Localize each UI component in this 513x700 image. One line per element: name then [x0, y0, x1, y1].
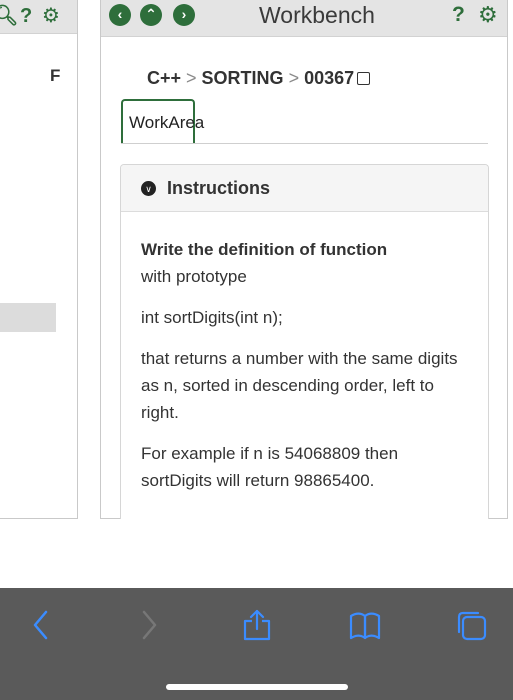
back-icon[interactable] [28, 608, 54, 642]
instructions-lead-rest: with prototype [141, 267, 247, 286]
page-title: Workbench [259, 2, 375, 28]
instructions-header[interactable]: ∨ Instructions [121, 165, 488, 212]
breadcrumb-separator: > [288, 68, 300, 88]
breadcrumb-item-topic[interactable]: SORTING [202, 68, 284, 88]
search-icon[interactable]: 🔍︎ [0, 5, 18, 27]
exercise-checkbox-icon[interactable] [357, 72, 371, 85]
tab-divider [121, 143, 488, 144]
help-icon[interactable]: ? [452, 3, 465, 27]
left-panel-selected-row[interactable] [0, 303, 56, 332]
left-panel-label: F [50, 66, 61, 85]
instructions-body: Write the definition of function with pro… [121, 212, 488, 494]
back-nav-icon[interactable]: ‹ [109, 4, 131, 26]
breadcrumb: C++ > SORTING >00367 [147, 68, 371, 89]
instructions-lead: Write the definition of function [141, 240, 388, 259]
gear-icon[interactable]: ⚙ [42, 5, 60, 27]
up-nav-icon[interactable]: ⌃ [140, 4, 162, 26]
tab-workarea-label: WorkArea [129, 113, 205, 132]
left-panel: 🔍︎ ? ⚙ F [0, 0, 78, 519]
instructions-paragraph: that returns a number with the same digi… [141, 349, 458, 422]
workbench-header: ‹ ⌃ › Workbench ? ⚙ [101, 0, 507, 37]
bookmarks-icon[interactable] [348, 608, 382, 642]
tabs-icon[interactable] [454, 608, 490, 644]
gear-icon[interactable]: ⚙ [478, 2, 498, 28]
forward-nav-icon[interactable]: › [173, 4, 195, 26]
help-icon[interactable]: ? [20, 5, 32, 27]
breadcrumb-item-exercise[interactable]: 00367 [304, 68, 354, 88]
chevron-down-icon[interactable]: ∨ [141, 181, 156, 196]
left-panel-header: 🔍︎ ? ⚙ [0, 0, 77, 34]
breadcrumb-separator: > [186, 68, 197, 88]
forward-icon [142, 610, 157, 640]
breadcrumb-item-language[interactable]: C++ [147, 68, 181, 88]
instructions-paragraph: Write the definition of function with pro… [141, 236, 468, 290]
instructions-panel: ∨ Instructions Write the definition of f… [120, 164, 489, 519]
function-prototype: int sortDigits(int n); [141, 308, 283, 327]
home-indicator[interactable] [166, 684, 348, 690]
instructions-title: Instructions [167, 178, 271, 198]
instructions-paragraph: For example if n is 54068809 then sortDi… [141, 444, 399, 490]
share-icon[interactable] [241, 608, 273, 642]
workbench-panel: ‹ ⌃ › Workbench ? ⚙ C++ > SORTING >00367 Wo… [100, 0, 508, 519]
